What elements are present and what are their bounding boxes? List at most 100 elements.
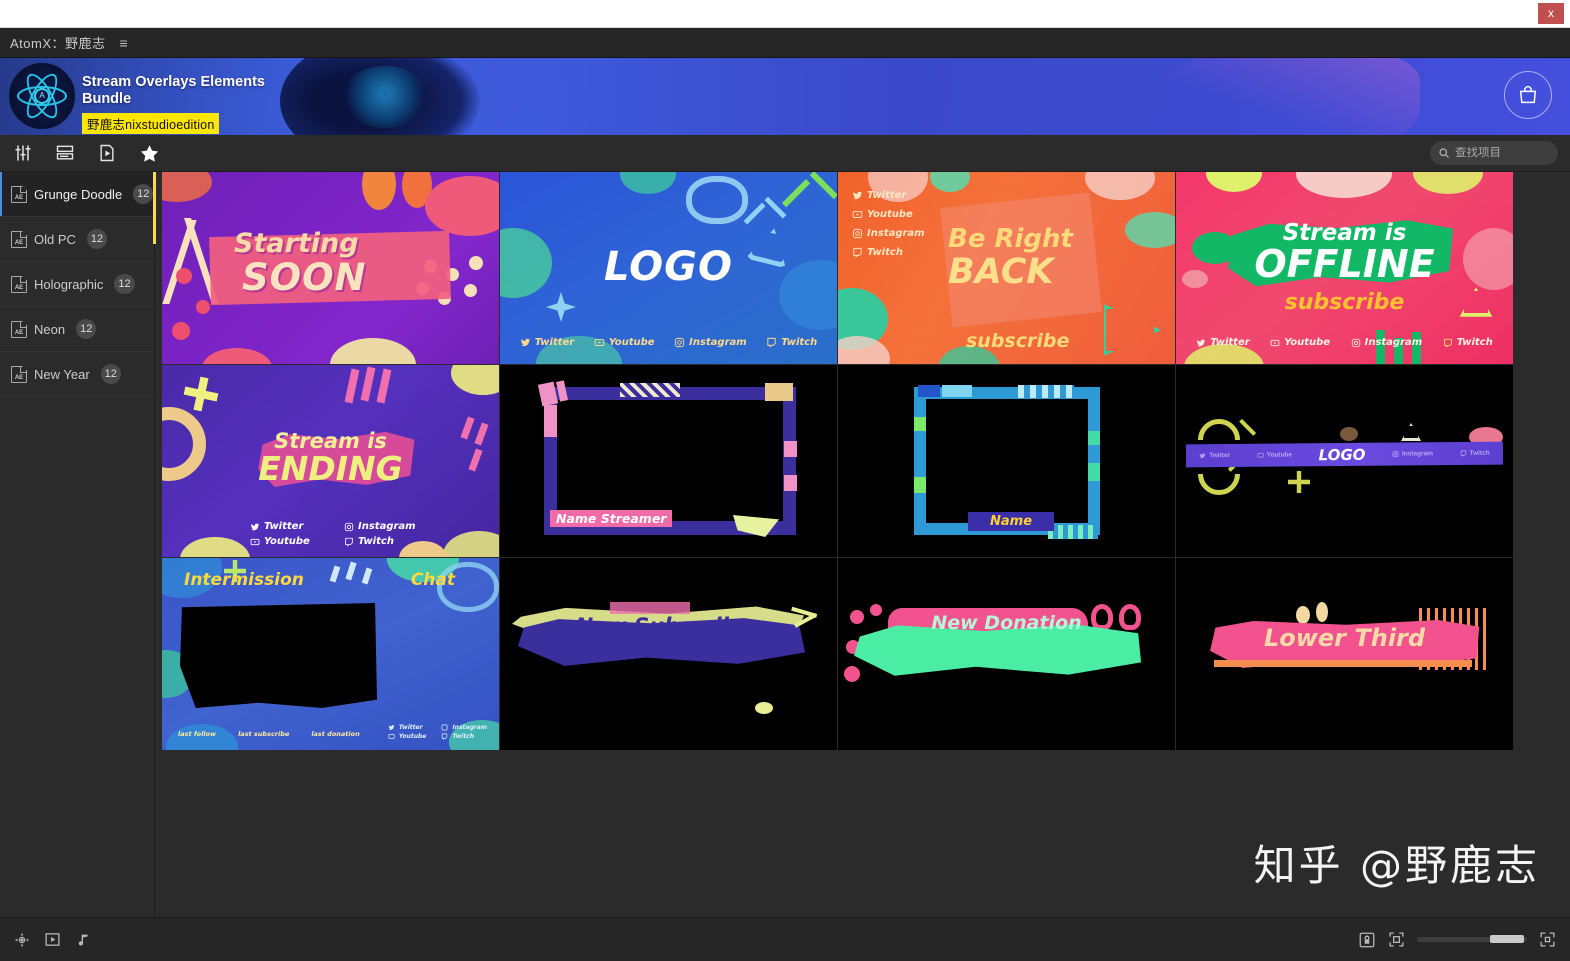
- template-tile-new-donation[interactable]: New Donation: [838, 558, 1175, 750]
- social-instagram: Instagram: [344, 521, 430, 532]
- expand-icon[interactable]: [1539, 931, 1556, 948]
- template-tile-intermission[interactable]: Intermission Chat last follow last subsc…: [162, 558, 499, 750]
- social-label: Instagram: [867, 228, 925, 239]
- social-label: Youtube: [1266, 451, 1293, 459]
- social-youtube: Youtube: [1256, 451, 1293, 459]
- template-tile-new-subscriber[interactable]: New Subscriber: [500, 558, 837, 750]
- hero-background-art: [280, 58, 480, 135]
- last-follow-label: last follow: [178, 730, 217, 738]
- sidebar-item-label: Neon: [34, 321, 66, 337]
- lock-icon[interactable]: [1358, 931, 1376, 949]
- tile-line-2: OFFLINE: [1254, 242, 1435, 286]
- hamburger-menu-icon[interactable]: ≡: [120, 35, 128, 51]
- tile-line-1: Starting: [234, 228, 359, 259]
- atomx-logo: A: [8, 62, 76, 130]
- template-tile-stream-ending[interactable]: Stream is ENDING Twitter Instagram Youtu…: [162, 365, 499, 557]
- hero-text-block: Stream Overlays Elements Bundle 野鹿志nixst…: [82, 74, 282, 134]
- social-handles: Twitter Instagram Youtube Twitch: [250, 521, 430, 547]
- sidebar-item-count: 12: [133, 184, 154, 204]
- social-twitch: Twitch: [1443, 337, 1493, 348]
- sidebar-item-new-year[interactable]: AE New Year 12: [0, 352, 154, 397]
- preview-play-icon[interactable]: [44, 931, 61, 948]
- template-tile-stream-offline[interactable]: Stream is OFFLINE subscribe Twitter Yout…: [1176, 172, 1513, 364]
- sidebar-item-label: Old PC: [34, 231, 76, 247]
- application-window: x AtomX：野鹿志 ≡ A Stream Overlays Elements…: [0, 0, 1570, 961]
- collapse-icon[interactable]: [1388, 931, 1405, 948]
- sliders-icon[interactable]: [12, 142, 34, 164]
- ae-file-icon: AE: [11, 275, 28, 293]
- template-tile-logo-blue[interactable]: LOGO Twitter Youtube Instagram Twitch: [500, 172, 837, 364]
- social-label: Youtube: [608, 337, 655, 348]
- last-subscribe-label: last subscribe: [238, 730, 290, 738]
- zoom-slider[interactable]: [1417, 935, 1527, 943]
- social-label: Twitter: [398, 724, 423, 731]
- sidebar-item-label: Holographic: [34, 276, 104, 292]
- template-tile-starting-soon[interactable]: Starting SOON: [162, 172, 499, 364]
- template-tile-lower-third[interactable]: Lower Third: [1176, 558, 1513, 750]
- social-label: Twitch: [867, 247, 903, 258]
- social-youtube: Youtube: [1270, 337, 1330, 348]
- social-youtube: Youtube: [594, 337, 655, 348]
- tile-line-1: Be Right: [948, 224, 1073, 254]
- last-donation-label: last donation: [311, 730, 360, 738]
- tile-logo-text: LOGO: [604, 244, 733, 290]
- social-twitch: Twitch: [344, 536, 430, 547]
- file-play-icon[interactable]: [96, 142, 118, 164]
- tile-alert-label: Lower Third: [1263, 624, 1426, 652]
- social-instagram: Instagram: [1392, 450, 1433, 457]
- shopping-bag-icon[interactable]: [1504, 71, 1552, 119]
- search-input[interactable]: [1455, 147, 1550, 159]
- view-toolbar: [0, 135, 1570, 172]
- social-label: Twitter: [534, 337, 575, 348]
- atom-core: A: [34, 88, 50, 104]
- social-twitter: Twitter: [388, 724, 434, 731]
- social-handles: Twitter Youtube Instagram Twitch: [852, 190, 925, 266]
- tile-name-label: Name Streamer: [550, 510, 673, 527]
- product-author-tag: 野鹿志nixstudioedition: [82, 113, 220, 134]
- tile-line-2: Chat: [410, 570, 455, 590]
- social-twitch: Twitch: [441, 733, 487, 740]
- social-instagram: Instagram: [1351, 337, 1423, 348]
- target-move-icon[interactable]: [14, 932, 30, 948]
- social-label: Twitter: [1210, 337, 1250, 348]
- music-note-icon[interactable]: [75, 932, 91, 948]
- social-twitch: Twitch: [852, 247, 925, 258]
- tile-logo-text: LOGO: [1318, 445, 1366, 464]
- tile-line-2: BACK: [948, 252, 1054, 292]
- social-handles: Twitter Instagram Youtube Twitch: [388, 724, 487, 740]
- category-sidebar: AE Grunge Doodle 12 AE Old PC 12 AE Holo…: [0, 172, 155, 917]
- social-label: Twitter: [867, 190, 907, 201]
- social-twitch: Twitch: [1460, 450, 1490, 457]
- social-label: Youtube: [398, 733, 427, 740]
- sidebar-item-holographic[interactable]: AE Holographic 12: [0, 262, 154, 307]
- close-icon[interactable]: x: [1538, 3, 1564, 24]
- sidebar-item-count: 12: [100, 364, 121, 384]
- template-tile-webcam-frame-blue[interactable]: Name: [838, 365, 1175, 557]
- ae-file-icon: AE: [11, 185, 28, 203]
- social-label: Instagram: [452, 724, 487, 731]
- search-icon: [1438, 147, 1450, 159]
- status-bar: [0, 917, 1570, 961]
- tile-line-2: ENDING: [258, 449, 403, 488]
- tile-footer-labels: last follow last subscribe last donation: [178, 730, 360, 738]
- search-box[interactable]: [1430, 141, 1558, 165]
- template-grid: Starting SOON LOGO Twitter Youtube Insta…: [162, 172, 1513, 750]
- tile-alert-label: New Subscriber: [575, 614, 762, 638]
- sidebar-item-grunge-doodle[interactable]: AE Grunge Doodle 12: [0, 172, 154, 217]
- social-twitter: Twitter: [250, 521, 336, 532]
- social-label: Twitter: [264, 521, 304, 532]
- template-tile-logo-bar[interactable]: Twitter Youtube LOGO Instagram Twitch: [1176, 365, 1513, 557]
- layers-icon[interactable]: [54, 142, 76, 164]
- social-label: Instagram: [689, 337, 747, 348]
- template-tile-webcam-frame-purple[interactable]: Name Streamer: [500, 365, 837, 557]
- menu-bar: AtomX：野鹿志 ≡: [0, 28, 1570, 58]
- social-twitter: Twitter: [1199, 452, 1230, 459]
- star-icon[interactable]: [138, 142, 160, 164]
- chat-placeholder-area: [180, 603, 377, 708]
- tile-subscribe-label: subscribe: [1284, 290, 1405, 315]
- social-label: Twitch: [358, 536, 394, 547]
- template-tile-be-right-back[interactable]: Twitter Youtube Instagram Twitch Be Righ…: [838, 172, 1175, 364]
- sidebar-item-old-pc[interactable]: AE Old PC 12: [0, 217, 154, 262]
- social-label: Instagram: [1364, 337, 1423, 348]
- sidebar-item-neon[interactable]: AE Neon 12: [0, 307, 154, 352]
